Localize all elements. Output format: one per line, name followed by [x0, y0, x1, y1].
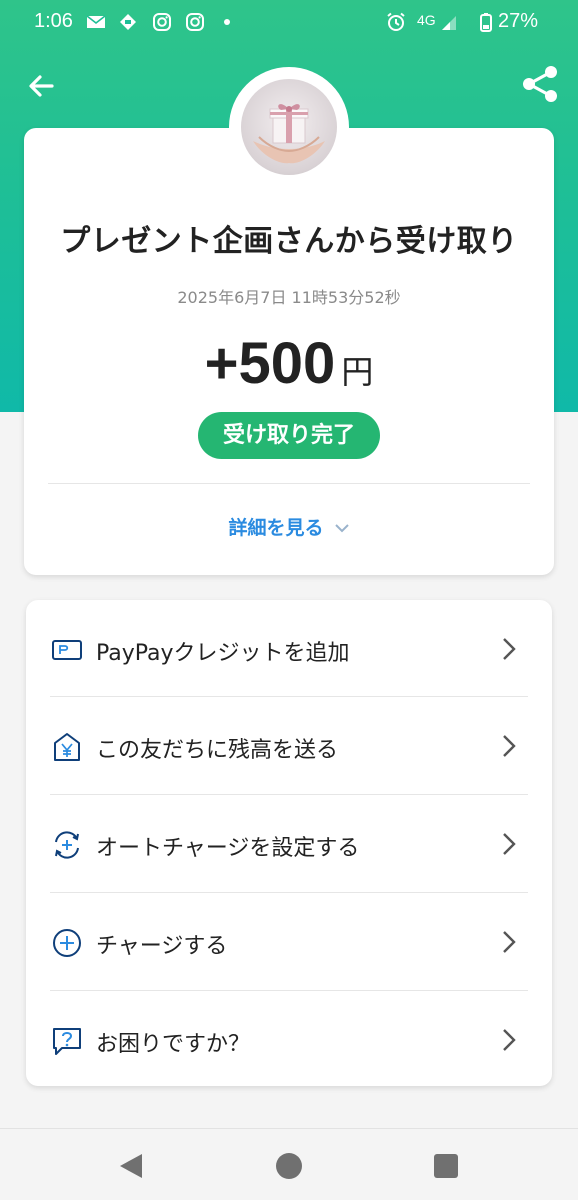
menu-item-add-credit[interactable]: PayPayクレジットを追加 [26, 600, 552, 697]
chevron-right-icon [503, 1029, 516, 1051]
mail-icon [86, 15, 106, 28]
menu-item-help[interactable]: お困りですか？ [26, 991, 552, 1088]
chevron-right-icon [503, 931, 516, 953]
help-chat-icon [53, 1028, 81, 1055]
instagram-icon [153, 13, 171, 31]
menu-item-auto-charge[interactable]: オートチャージを設定する [26, 795, 552, 892]
menu-item-send-balance[interactable]: この友だちに残高を送る [26, 697, 552, 794]
amount-value: +500 [204, 331, 336, 396]
system-nav-bar [0, 1128, 578, 1200]
card-divider [48, 483, 530, 484]
chevron-right-icon [503, 833, 516, 855]
auto-charge-icon [55, 831, 79, 859]
menu-item-label: この友だちに残高を送る [96, 738, 339, 763]
details-toggle[interactable]: 詳細を見る [24, 513, 554, 540]
sender-avatar [241, 79, 337, 175]
chevron-right-icon [503, 638, 516, 660]
credit-card-icon [52, 640, 82, 660]
transaction-title: プレゼント企画さんから受け取り [60, 224, 518, 259]
amount-row: +500 円 [24, 330, 554, 397]
currency-label: 円 [341, 353, 374, 391]
recents-square-icon[interactable] [429, 1149, 463, 1183]
status-bar: 1:06 4G 27% [0, 0, 578, 46]
plus-circle-icon [53, 929, 81, 957]
home-circle-icon[interactable] [272, 1149, 306, 1183]
menu-item-charge[interactable]: チャージする [26, 893, 552, 990]
notification-icon [120, 14, 136, 30]
details-label: 詳細を見る [228, 517, 324, 539]
share-icon[interactable] [518, 62, 562, 106]
signal-icon [442, 16, 456, 30]
gift-in-hands-icon [253, 104, 325, 164]
transaction-datetime: 2025年6月7日 11時53分52秒 [177, 288, 401, 307]
battery-icon [480, 13, 492, 32]
chevron-right-icon [503, 735, 516, 757]
back-arrow-icon[interactable] [22, 66, 62, 106]
more-notifications-dot [224, 19, 230, 25]
menu-item-label: お困りですか？ [96, 1032, 251, 1057]
menu-item-label: チャージする [96, 934, 228, 959]
actions-menu: PayPayクレジットを追加 この友だちに残高を送る オートチャージを設定する … [26, 600, 552, 1086]
menu-item-label: オートチャージを設定する [96, 836, 360, 861]
chevron-down-icon [334, 524, 349, 533]
status-badge: 受け取り完了 [198, 412, 380, 459]
status-time: 1:06 [34, 10, 73, 32]
network-type: 4G [417, 12, 436, 28]
back-triangle-icon[interactable] [114, 1149, 148, 1183]
battery-percent: 27% [498, 10, 539, 32]
alarm-icon [387, 12, 405, 31]
menu-item-label: PayPayクレジットを追加 [96, 641, 350, 666]
send-yen-icon [54, 733, 80, 761]
instagram-icon [186, 13, 204, 31]
